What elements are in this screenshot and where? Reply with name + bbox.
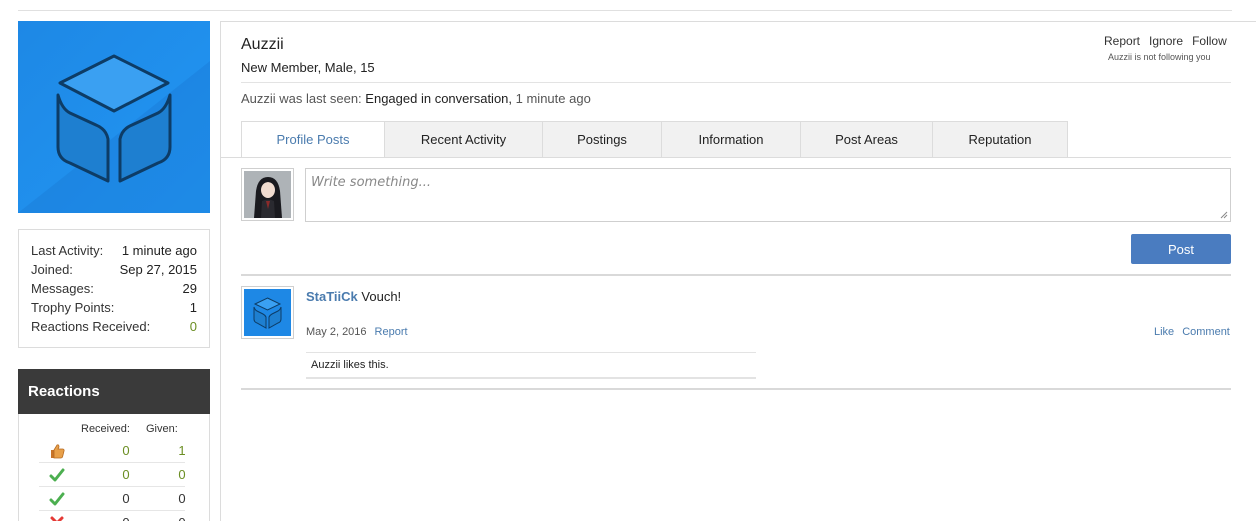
my-avatar[interactable] [241, 168, 294, 221]
stat-value[interactable]: 0 [190, 317, 197, 336]
comment-link[interactable]: Comment [1182, 326, 1230, 338]
given-header: Given: [146, 423, 178, 435]
profile-user-title: New Member, Male, 15 [241, 60, 375, 75]
last-seen: Auzzii was last seen: Engaged in convers… [241, 91, 591, 106]
reaction-row: 0 0 [39, 463, 186, 487]
ignore-link[interactable]: Ignore [1149, 34, 1183, 48]
last-seen-prefix: Auzzii was last seen: [241, 91, 362, 106]
stat-label: Trophy Points: [31, 300, 115, 315]
received-count: 0 [122, 491, 130, 506]
reaction-row: 0 0 [39, 487, 186, 511]
tab-information[interactable]: Information [662, 121, 801, 158]
stat-value[interactable]: 29 [183, 279, 197, 298]
given-count: 1 [178, 443, 186, 458]
tab-post-areas[interactable]: Post Areas [801, 121, 933, 158]
stat-value: Sep 27, 2015 [119, 262, 197, 277]
post-button[interactable]: Post [1131, 234, 1231, 264]
stat-joined: Joined: Sep 27, 2015 [31, 260, 197, 279]
received-header: Received: [81, 423, 130, 435]
profile-actions: Report Ignore Follow [1104, 34, 1227, 48]
box-logo-icon [244, 289, 291, 336]
resize-handle-icon[interactable] [1220, 211, 1228, 219]
stat-label: Last Activity: [31, 243, 104, 258]
post-input-placeholder: Write something... [311, 175, 432, 190]
tabs-divider [221, 157, 1231, 158]
post-divider [241, 388, 1231, 390]
post-report-link[interactable]: Report [375, 326, 408, 338]
post-content: StaTiiCk Vouch! [306, 289, 401, 304]
check-icon [49, 468, 65, 482]
post-meta: May 2, 2016 Report [306, 326, 408, 338]
profile-tabs: Profile Posts Recent Activity Postings I… [241, 121, 1068, 158]
stat-label: Reactions Received: [31, 319, 151, 334]
profile-avatar[interactable] [18, 21, 210, 213]
post-author[interactable]: StaTiiCk [306, 289, 358, 304]
reactions-heading: Reactions [18, 369, 210, 414]
follow-link[interactable]: Follow [1192, 34, 1227, 48]
reaction-row: 0 1 [39, 439, 186, 463]
report-link[interactable]: Report [1104, 34, 1140, 48]
following-status: Auzzii is not following you [1108, 52, 1211, 62]
last-seen-time: 1 minute ago [515, 91, 591, 106]
likes-summary: Auzzii likes this. [306, 352, 756, 379]
anime-avatar-icon [244, 171, 291, 218]
post-actions: Like Comment [1154, 326, 1230, 338]
composer-divider [241, 274, 1231, 276]
reactions-header-row: Received: Given: [19, 423, 211, 437]
given-count: 0 [178, 467, 186, 482]
tab-profile-posts[interactable]: Profile Posts [241, 121, 385, 158]
received-count: 0 [122, 443, 130, 458]
stat-messages: Messages: 29 [31, 279, 197, 298]
thumbs-up-icon [51, 444, 65, 459]
post-message: Vouch! [361, 289, 402, 304]
tab-postings[interactable]: Postings [543, 121, 662, 158]
stat-value: 1 minute ago [121, 243, 197, 258]
stat-last-activity: Last Activity: 1 minute ago [31, 241, 197, 260]
profile-username: Auzzii [241, 36, 284, 53]
received-count: 0 [119, 515, 133, 521]
box-logo-icon [18, 21, 210, 213]
x-icon [50, 516, 64, 521]
reaction-row: 0 0 [39, 511, 186, 521]
stat-label: Messages: [31, 281, 94, 296]
received-count: 0 [122, 467, 130, 482]
header-divider [241, 82, 1231, 83]
profile-stats: Last Activity: 1 minute ago Joined: Sep … [18, 229, 210, 348]
check-icon [49, 492, 65, 506]
tab-reputation[interactable]: Reputation [933, 121, 1068, 158]
top-divider [18, 10, 1232, 11]
tab-recent-activity[interactable]: Recent Activity [385, 121, 543, 158]
stat-label: Joined: [31, 262, 73, 277]
like-link[interactable]: Like [1154, 326, 1174, 338]
post-input[interactable]: Write something... [305, 168, 1231, 222]
post-date[interactable]: May 2, 2016 [306, 326, 367, 338]
stat-reactions-received: Reactions Received: 0 [31, 317, 197, 336]
post-author-avatar[interactable] [241, 286, 294, 339]
stat-value[interactable]: 1 [190, 298, 197, 317]
stat-trophy-points: Trophy Points: 1 [31, 298, 197, 317]
last-seen-activity[interactable]: Engaged in conversation, [365, 91, 512, 106]
reactions-table: Received: Given: 0 1 0 0 0 0 0 0 [18, 414, 210, 521]
given-count: 0 [178, 491, 186, 506]
given-count: 0 [175, 515, 189, 521]
